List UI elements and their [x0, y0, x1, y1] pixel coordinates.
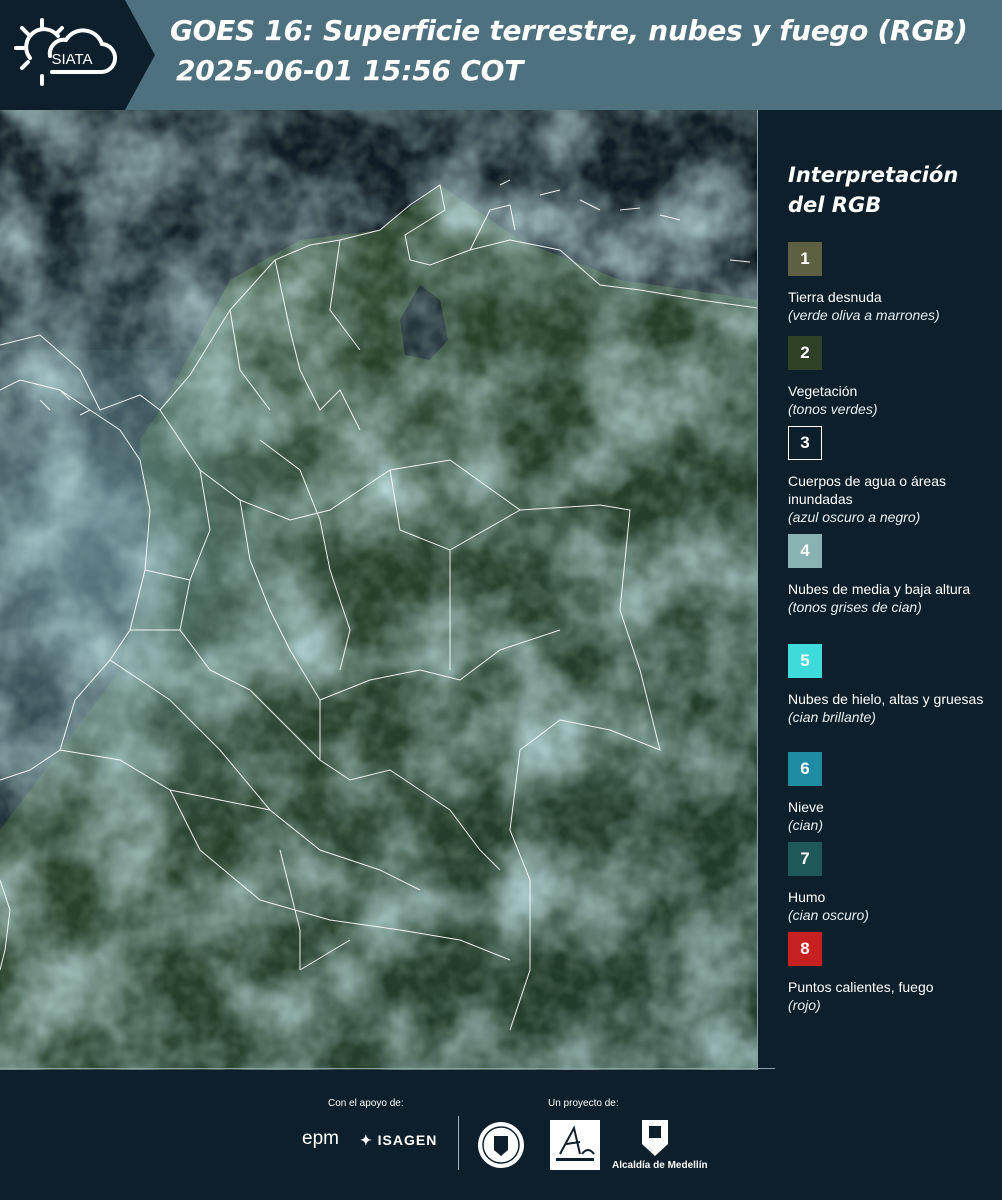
- legend-swatch: 2: [788, 336, 822, 370]
- siata-logo-text: SIATA: [51, 51, 92, 68]
- legend-note: (tonos grises de cian): [788, 599, 922, 615]
- footer: Con el apoyo de: Un proyecto de: epm ✦ I…: [0, 1070, 1002, 1200]
- siata-logo-block: SIATA: [0, 0, 155, 110]
- alcaldia-label: Alcaldía de Medellín: [612, 1160, 708, 1171]
- legend-item-ice-clouds: 5 Nubes de hielo, altas y gruesas (cian …: [788, 644, 988, 726]
- legend-label: Humo: [788, 889, 826, 905]
- legend-swatch: 3: [788, 426, 822, 460]
- rgb-legend: Interpretación del RGB 1 Tierra desnuda …: [770, 160, 998, 1013]
- legend-label: Tierra desnuda: [788, 289, 882, 305]
- legend-item-bare-soil: 1 Tierra desnuda (verde oliva a marrones…: [788, 242, 988, 324]
- footer-divider: [458, 1116, 459, 1170]
- legend-swatch: 6: [788, 752, 822, 786]
- legend-swatch: 5: [788, 644, 822, 678]
- legend-item-fire: 8 Puntos calientes, fuego (rojo): [788, 932, 988, 1014]
- project-caption: Un proyecto de:: [548, 1098, 619, 1109]
- legend-swatch: 7: [788, 842, 822, 876]
- divider-line: [0, 1068, 775, 1069]
- legend-swatch: 8: [788, 932, 822, 966]
- legend-title: Interpretación del RGB: [788, 163, 959, 217]
- university-seal-icon: [478, 1122, 524, 1168]
- legend-note: (cian brillante): [788, 709, 876, 725]
- isagen-logo-text: ISAGEN: [377, 1132, 438, 1148]
- legend-note: (azul oscuro a negro): [788, 509, 921, 525]
- image-timestamp: 2025-06-01 15:56 COT: [176, 54, 524, 87]
- legend-label: Cuerpos de agua o áreas inundadas: [788, 473, 946, 507]
- legend-label: Puntos calientes, fuego: [788, 979, 934, 995]
- legend-label: Nubes de media y baja altura: [788, 581, 971, 597]
- legend-label: Nieve: [788, 799, 824, 815]
- satellite-image: [0, 110, 757, 1070]
- area-metropolitana-logo: [550, 1120, 600, 1170]
- legend-swatch: 4: [788, 534, 822, 568]
- legend-item-snow: 6 Nieve (cian): [788, 752, 988, 834]
- page-title: GOES 16: Superficie terrestre, nubes y f…: [170, 14, 968, 47]
- isagen-star-icon: ✦: [360, 1132, 373, 1148]
- siata-sun-cloud-icon: SIATA: [14, 18, 118, 86]
- legend-note: (rojo): [788, 997, 821, 1013]
- legend-note: (cian oscuro): [788, 907, 869, 923]
- legend-item-smoke: 7 Humo (cian oscuro): [788, 842, 988, 924]
- legend-item-vegetation: 2 Vegetación (tonos verdes): [788, 336, 988, 418]
- legend-item-water: 3 Cuerpos de agua o áreas inundadas (azu…: [788, 426, 988, 526]
- header-band: SIATA GOES 16: Superficie terrestre, nub…: [0, 0, 1002, 110]
- legend-note: (cian): [788, 817, 824, 833]
- alcaldia-shield-icon: [642, 1120, 668, 1156]
- support-caption: Con el apoyo de:: [328, 1098, 404, 1109]
- legend-note: (tonos verdes): [788, 401, 878, 417]
- satellite-map: [0, 110, 758, 1070]
- epm-logo: epm: [302, 1128, 339, 1149]
- legend-label: Vegetación: [788, 383, 858, 399]
- legend-swatch: 1: [788, 242, 822, 276]
- legend-item-low-clouds: 4 Nubes de media y baja altura (tonos gr…: [788, 534, 988, 616]
- legend-label: Nubes de hielo, altas y gruesas: [788, 691, 984, 707]
- legend-note: (verde oliva a marrones): [788, 307, 940, 323]
- isagen-logo: ✦ ISAGEN: [360, 1132, 437, 1149]
